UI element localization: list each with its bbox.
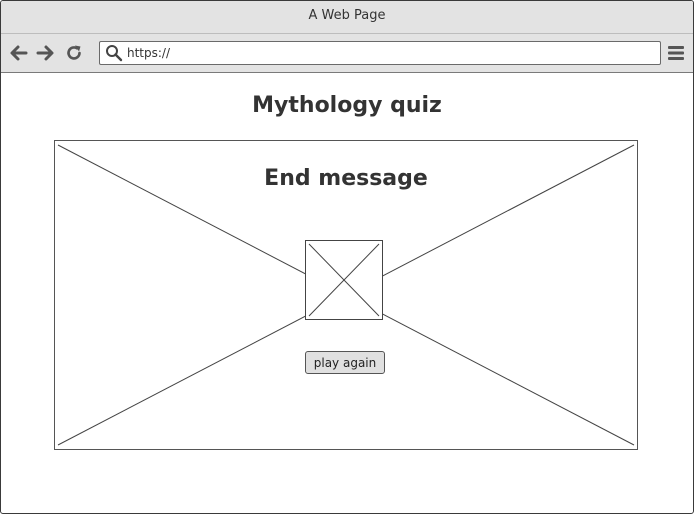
arrow-left-icon [10,45,28,61]
search-icon [105,44,123,62]
arrow-right-icon [36,45,54,61]
quiz-panel: End message play again [54,140,638,450]
hamburger-menu-icon[interactable] [667,44,685,62]
forward-button[interactable] [35,43,55,63]
page-content: Mythology quiz End message play again [1,73,693,513]
image-placeholder-icon [305,240,383,320]
end-message: End message [264,166,428,191]
address-bar[interactable]: https:// [99,41,661,65]
window-title: A Web Page [308,8,386,23]
page-title: Mythology quiz [252,93,442,118]
browser-window: A Web Page https:// Mythology quiz End m… [0,0,694,514]
browser-toolbar: https:// [1,34,693,73]
title-bar: A Web Page [1,1,693,34]
back-button[interactable] [9,43,29,63]
reload-icon [67,45,81,60]
url-text[interactable]: https:// [127,46,170,60]
reload-button[interactable] [64,43,84,63]
play-again-button[interactable]: play again [305,351,385,374]
